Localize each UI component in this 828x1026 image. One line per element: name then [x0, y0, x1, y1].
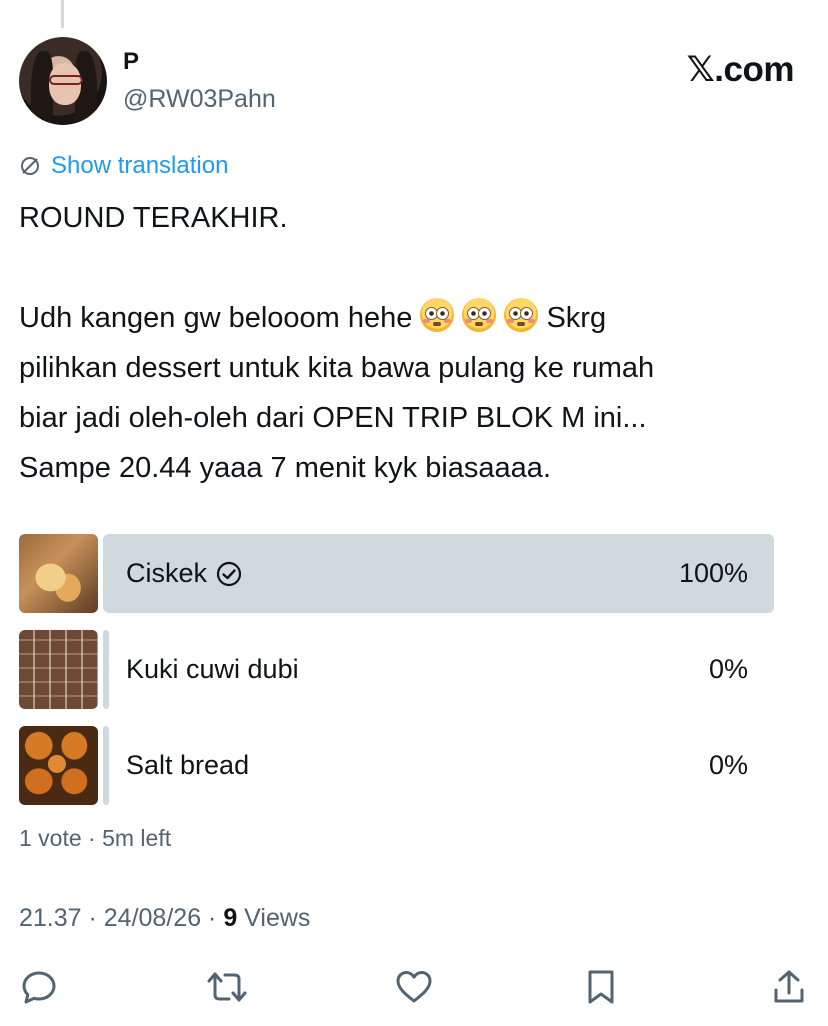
flushed-face-emoji-icon	[462, 298, 497, 332]
poll-option-image	[19, 534, 98, 613]
flushed-face-emoji-icon	[504, 298, 539, 332]
tweet-timestamp[interactable]: 21.37 · 24/08/26 ·	[19, 904, 223, 932]
show-translation-link[interactable]: Show translation	[19, 151, 228, 181]
poll-option-salt-bread[interactable]: Salt bread 0%	[19, 726, 774, 806]
tweet-text: ROUND TERAKHIR. Udh kangen gw belooom he…	[19, 193, 809, 493]
poll-status: 1 vote · 5m left	[19, 825, 172, 851]
retweet-button[interactable]	[205, 965, 249, 1009]
poll-option-kuki-cuwi-dubi[interactable]: Kuki cuwi dubi 0%	[19, 630, 774, 710]
share-button[interactable]	[767, 965, 811, 1009]
bookmark-icon	[588, 970, 614, 1004]
tweet-line: Sampe 20.44 yaaa 7 menit kyk biasaaaa.	[19, 452, 551, 484]
tweet-line: Udh kangen gw belooom hehe Skrg	[19, 293, 809, 343]
poll-option-label: Kuki cuwi dubi	[126, 654, 299, 684]
x-com-logo: 𝕏.com	[686, 50, 795, 89]
author-display-name[interactable]: P	[123, 48, 139, 76]
like-button[interactable]	[392, 965, 436, 1009]
share-icon	[774, 970, 804, 1003]
poll-option-percent: 0%	[708, 654, 748, 684]
poll-result-bar	[103, 630, 109, 709]
author-handle[interactable]: @RW03Pahn	[123, 84, 276, 114]
avatar[interactable]	[19, 37, 107, 125]
poll-option-label: Salt bread	[126, 750, 250, 780]
tweet-action-bar	[0, 965, 828, 1009]
tweet-timestamp-views: 21.37 · 24/08/26 · 9 Views	[19, 902, 310, 934]
reply-icon	[22, 971, 56, 1004]
poll-option-ciskek[interactable]: Ciskek 100%	[19, 534, 774, 614]
tweet-line: biar jadi oleh-oleh dari OPEN TRIP BLOK …	[19, 402, 647, 434]
flushed-face-emoji-icon	[420, 298, 455, 332]
translate-icon	[21, 157, 39, 175]
views-label: Views	[237, 904, 311, 932]
poll-option-percent: 100%	[678, 558, 748, 588]
retweet-icon	[207, 972, 247, 1002]
bookmark-button[interactable]	[579, 965, 623, 1009]
show-translation-label: Show translation	[51, 152, 229, 179]
views-count: 9	[223, 904, 238, 932]
like-icon	[396, 971, 432, 1003]
check-circle-icon	[216, 561, 242, 586]
poll-option-image	[19, 630, 98, 709]
poll-option-label: Ciskek	[126, 558, 208, 588]
reply-button[interactable]	[17, 965, 61, 1009]
poll-option-percent: 0%	[708, 750, 748, 780]
tweet-line: ROUND TERAKHIR.	[19, 202, 288, 234]
thread-connector-line	[61, 0, 64, 28]
poll-option-image	[19, 726, 98, 805]
tweet-line: pilihkan dessert untuk kita bawa pulang …	[19, 352, 655, 384]
poll-result-bar	[103, 726, 109, 805]
